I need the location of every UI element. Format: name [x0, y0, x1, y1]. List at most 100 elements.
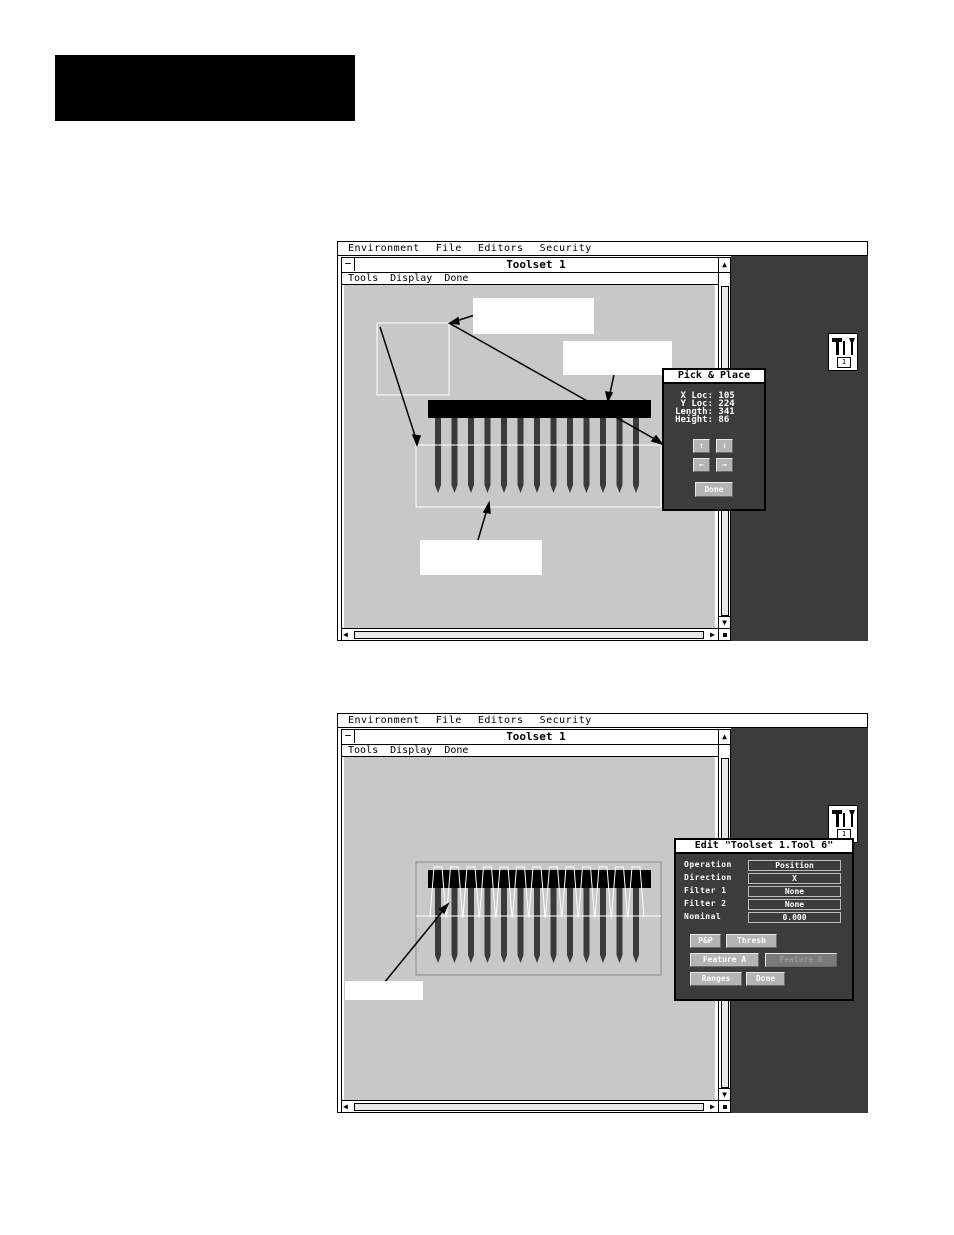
done-button[interactable]: Done — [746, 972, 785, 986]
scroll-left-icon[interactable]: ◀ — [343, 629, 348, 640]
menu-editors[interactable]: Editors — [478, 243, 524, 254]
move-up-button[interactable]: ↑ — [693, 439, 710, 453]
tools-icon — [832, 338, 855, 355]
connector-pin — [534, 888, 540, 963]
ranges-button[interactable]: Ranges — [690, 972, 742, 986]
connector-pin — [451, 888, 458, 963]
connector-pin — [484, 888, 491, 963]
horizontal-scroll-track[interactable] — [354, 631, 704, 639]
connector-pin — [435, 418, 441, 493]
connector-pin — [517, 888, 524, 963]
callout-box — [420, 540, 542, 575]
field-label: Filter 1 — [684, 886, 727, 895]
field-label: Filter 2 — [684, 899, 727, 908]
menu-editors[interactable]: Editors — [478, 715, 524, 726]
part-image — [376, 312, 664, 541]
window-titlebar: − Toolset 1 ▲ — [342, 730, 730, 745]
toolset-window: − Toolset 1 ▲ Tools Display Done ▼ ◀ ▶ — [341, 729, 731, 1113]
scroll-left-icon[interactable]: ◀ — [343, 1101, 348, 1112]
icon-number: 1 — [837, 357, 851, 368]
connector-pin — [550, 418, 557, 493]
main-menubar: Environment File Editors Security — [338, 242, 867, 256]
connector-pin — [583, 888, 590, 963]
image-canvas[interactable] — [344, 285, 715, 629]
connector-pin — [451, 418, 458, 493]
horizontal-scrollbar[interactable]: ◀ ▶ — [342, 628, 718, 640]
menu-tools[interactable]: Tools — [348, 273, 378, 284]
pp-button[interactable]: P&P — [690, 934, 721, 948]
field-label: Nominal — [684, 912, 722, 921]
menu-tools[interactable]: Tools — [348, 745, 378, 756]
image-canvas[interactable] — [344, 757, 715, 1101]
connector-pin — [468, 418, 474, 493]
menu-security[interactable]: Security — [540, 243, 592, 254]
dialog-title: Pick & Place — [664, 370, 764, 384]
connector-pin — [484, 418, 491, 493]
connector-pin — [501, 418, 507, 493]
field-value[interactable]: 0.000 — [748, 912, 841, 923]
field-value[interactable]: None — [748, 899, 841, 910]
resize-corner[interactable] — [718, 628, 730, 640]
field-label: Direction — [684, 873, 732, 882]
connector-pin — [600, 888, 606, 963]
connector-pins — [435, 418, 639, 493]
feature-a-button[interactable]: Feature A — [690, 953, 759, 967]
connector-body — [428, 400, 651, 418]
connector-body — [428, 870, 651, 888]
scroll-up-icon[interactable]: ▲ — [718, 730, 730, 744]
tools-icon — [832, 810, 855, 827]
connector-pin — [583, 418, 590, 493]
menu-file[interactable]: File — [436, 715, 462, 726]
field-value[interactable]: None — [748, 886, 841, 897]
toolset-app-icon[interactable]: 1 — [828, 333, 858, 371]
connector-pin — [567, 888, 573, 963]
window-menubar: Tools Display Done — [342, 745, 718, 757]
window-titlebar: − Toolset 1 ▲ — [342, 258, 730, 273]
menu-security[interactable]: Security — [540, 715, 592, 726]
connector-pin — [616, 418, 623, 493]
thresh-button[interactable]: Thresh — [726, 934, 777, 948]
feature-b-button: Feature B — [765, 953, 837, 967]
callout-box — [473, 298, 594, 334]
window-title: Toolset 1 — [506, 730, 566, 743]
horizontal-scrollbar[interactable]: ◀ ▶ — [342, 1100, 718, 1112]
origin-box[interactable] — [376, 322, 450, 396]
scroll-up-icon[interactable]: ▲ — [718, 258, 730, 272]
edit-tool-dialog: Edit "Toolset 1.Tool 6" Operation Positio… — [674, 838, 854, 1001]
connector-pin — [550, 888, 557, 963]
height-value: 86 — [718, 415, 730, 425]
field-label: Operation — [684, 860, 732, 869]
callout-box — [345, 981, 423, 1000]
scroll-right-icon[interactable]: ▶ — [710, 1101, 715, 1112]
connector-pin — [616, 888, 623, 963]
move-right-button[interactable]: → — [716, 458, 733, 472]
field-value[interactable]: X — [748, 873, 841, 884]
menu-done[interactable]: Done — [444, 273, 468, 284]
resize-corner[interactable] — [718, 1100, 730, 1112]
callout-box — [563, 341, 672, 375]
window-title: Toolset 1 — [506, 258, 566, 271]
move-down-button[interactable]: ↓ — [716, 439, 733, 453]
part-image — [383, 861, 662, 984]
move-left-button[interactable]: ← — [693, 458, 710, 472]
menu-environment[interactable]: Environment — [348, 243, 420, 254]
scroll-right-icon[interactable]: ▶ — [710, 629, 715, 640]
menu-display[interactable]: Display — [390, 273, 432, 284]
connector-pin — [633, 888, 639, 963]
menu-file[interactable]: File — [436, 243, 462, 254]
menu-display[interactable]: Display — [390, 745, 432, 756]
main-menubar: Environment File Editors Security — [338, 714, 867, 728]
connector-pin — [567, 418, 573, 493]
pick-place-dialog: Pick & Place X Loc: 105 Y Loc: 224 Lengt… — [662, 368, 766, 511]
done-button[interactable]: Done — [695, 482, 733, 497]
connector-pin — [600, 418, 606, 493]
connector-pins — [435, 888, 639, 963]
menu-environment[interactable]: Environment — [348, 715, 420, 726]
dialog-title: Edit "Toolset 1.Tool 6" — [676, 840, 852, 854]
field-value[interactable]: Position — [748, 860, 841, 871]
connector-pin — [534, 418, 540, 493]
screenshot-edit-tool: Environment File Editors Security 1 − To… — [337, 713, 868, 1113]
menu-done[interactable]: Done — [444, 745, 468, 756]
connector-pin — [468, 888, 474, 963]
horizontal-scroll-track[interactable] — [354, 1103, 704, 1111]
